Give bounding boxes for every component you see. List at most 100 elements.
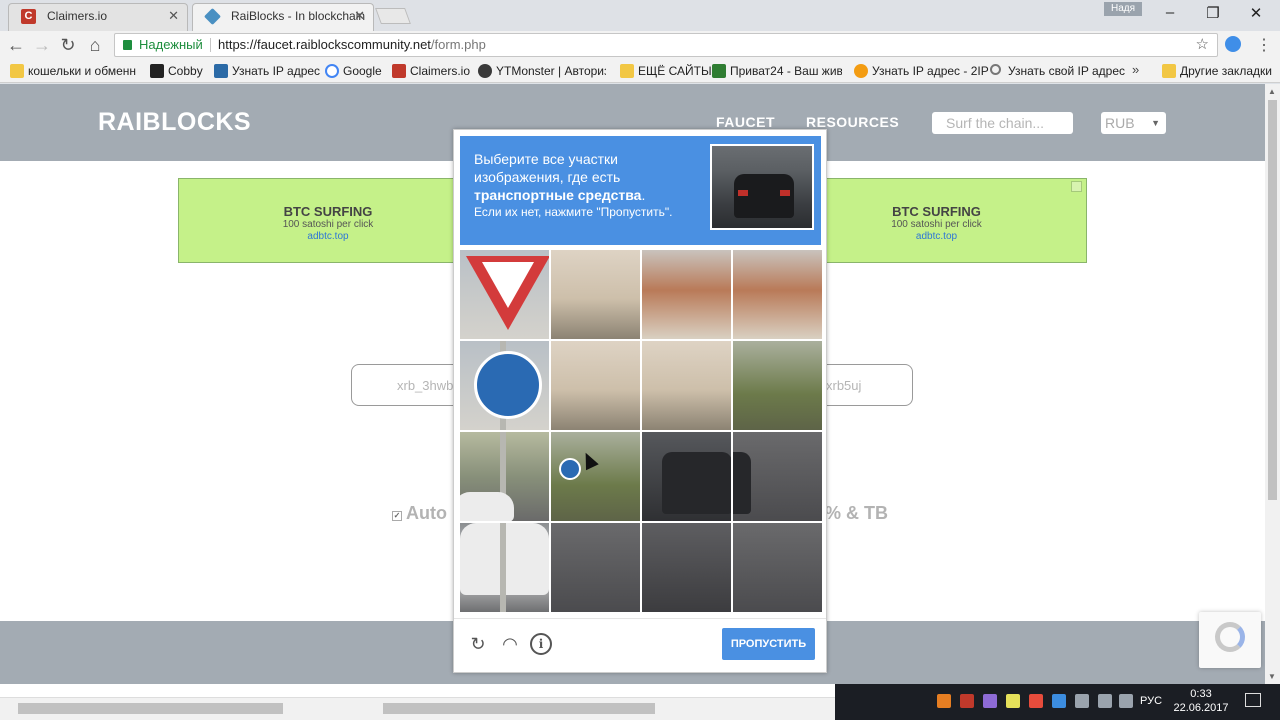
scrollbar-thumb[interactable] [1268,100,1277,500]
grid-tile[interactable] [551,523,640,612]
horizontal-scrollbar[interactable] [0,697,835,720]
profile-badge[interactable]: Надя [1104,2,1142,16]
reload-icon[interactable]: ↻ [57,34,79,56]
grid-tile[interactable] [642,432,731,521]
nav-resources[interactable]: RESOURCES [806,114,899,130]
tab-close-icon[interactable]: ✕ [168,4,179,28]
ad-link[interactable]: adbtc.top [179,231,477,242]
app-tray-icon[interactable] [983,694,997,708]
bookmark-item[interactable]: Cobby [150,63,203,79]
bookmark-label: Приват24 - Ваш жив [730,64,842,78]
site-logo[interactable]: RAIBLOCKS [98,108,251,137]
volume-icon[interactable] [1119,694,1133,708]
app-tray-icon[interactable] [1029,694,1043,708]
grid-tile[interactable] [551,432,640,521]
bookmark-item[interactable]: Приват24 - Ваш жив [712,63,842,79]
skip-button[interactable]: ПРОПУСТИТЬ [722,628,815,660]
extension-icon[interactable] [1225,36,1241,52]
lock-icon [123,40,132,50]
system-clock[interactable]: 0:33 22.06.2017 [1171,687,1231,715]
grid-tile[interactable] [642,250,731,339]
raiblocks-favicon-icon [204,8,221,25]
small-sign-icon [559,458,581,480]
grid-tile[interactable] [642,523,731,612]
reload-icon[interactable]: ↻ [467,633,489,655]
bookmark-label: ЕЩЁ САЙТЫ [638,64,712,78]
bookmark-star-icon[interactable]: ☆ [1196,34,1209,56]
info-icon[interactable]: i [530,633,552,655]
restore-icon[interactable]: ❐ [1198,4,1228,24]
bookmark-item[interactable]: Другие закладки [1162,63,1272,79]
grid-tile[interactable] [551,341,640,430]
ad-close-icon[interactable] [1071,181,1082,192]
notification-icon[interactable] [1245,693,1261,707]
app-tray-icon[interactable] [960,694,974,708]
bookmark-item[interactable]: Узнать IP адрес [214,63,320,79]
app-tray-icon[interactable] [937,694,951,708]
auto-option[interactable]: ✓ Auto [392,503,447,524]
url-text[interactable]: https://faucet.raiblockscommunity.net/fo… [218,34,486,56]
network-icon[interactable] [1075,694,1089,708]
bookmark-item[interactable]: ЕЩЁ САЙТЫ [620,63,712,79]
privat24-icon [712,64,726,78]
vertical-scrollbar[interactable]: ▲ ▼ [1265,84,1280,684]
browser-menu-icon[interactable]: ⋮ [1256,35,1272,55]
sign-pole [500,523,506,612]
scroll-down-icon[interactable]: ▼ [1268,672,1276,681]
grid-tile[interactable] [733,250,822,339]
grid-tile[interactable] [460,250,549,339]
tab-claimers[interactable]: C Claimers.io ✕ [8,3,188,31]
recaptcha-logo-icon [1215,622,1245,652]
address-bar[interactable]: Надежный https://faucet.raiblockscommuni… [114,33,1218,57]
bookmark-label: Claimers.io [410,64,471,78]
scrollbar-thumb[interactable] [18,703,283,714]
bookmarks-overflow-icon[interactable]: » [1132,62,1139,77]
tab-title: Claimers.io [47,9,108,23]
ad-banner[interactable]: BTC SURFING 100 satoshi per click adbtc.… [178,178,478,263]
new-tab-button[interactable] [375,8,411,24]
currency-value: RUB [1105,115,1135,131]
bookmark-item[interactable]: Claimers.io [392,63,470,79]
window-close-icon[interactable]: ✕ [1241,4,1271,24]
app-tray-icon[interactable] [1052,694,1066,708]
headphones-icon[interactable]: ◠ [499,633,521,655]
forward-arrow-icon[interactable]: → [31,34,53,56]
bookmark-label: Узнать IP адрес - 2IP [872,64,989,78]
nav-faucet[interactable]: FAUCET [716,114,775,130]
back-arrow-icon[interactable]: ← [5,34,27,56]
scrollbar-thumb[interactable] [383,703,655,714]
tab-raiblocks[interactable]: RaiBlocks - In blockchain ✕ [192,3,374,31]
bookmark-item[interactable]: Google [325,63,382,79]
grid-tile[interactable] [460,523,549,612]
ad-link[interactable]: adbtc.top [787,231,1086,242]
minimize-icon[interactable]: – [1155,4,1185,24]
home-icon[interactable]: ⌂ [84,34,106,56]
bookmark-label: Cobby [168,64,203,78]
grid-tile[interactable] [460,432,549,521]
tab-close-icon[interactable]: ✕ [354,4,365,28]
ad-subtitle: 100 satoshi per click [282,219,374,230]
language-indicator[interactable]: РУС [1140,695,1162,707]
checkbox-icon[interactable]: ✓ [392,511,402,521]
bookmark-item[interactable]: Узнать свой IP адрес [990,63,1125,79]
search-input[interactable] [932,112,1073,134]
grid-tile[interactable] [642,341,731,430]
currency-select[interactable]: RUB ▼ [1101,112,1166,134]
wifi-icon[interactable] [1098,694,1112,708]
grid-tile[interactable] [733,432,822,521]
app-tray-icon[interactable] [1006,694,1020,708]
grid-tile[interactable] [733,523,822,612]
ad-banner[interactable]: BTC SURFING 100 satoshi per click adbtc.… [786,178,1087,263]
recaptcha-badge[interactable] [1199,612,1261,668]
bookmark-label: кошельки и обменн [28,64,136,78]
grid-tile[interactable] [551,250,640,339]
grid-tile[interactable] [460,341,549,430]
grid-tile[interactable] [733,341,822,430]
bookmark-item[interactable]: кошельки и обменн [10,63,138,79]
bookmark-label: Узнать IP адрес [232,64,321,78]
bookmark-item[interactable]: Узнать IP адрес - 2IP [854,63,989,79]
bookmark-item[interactable]: YTMonster | Авториз [478,63,606,79]
car-image [733,452,751,514]
scroll-up-icon[interactable]: ▲ [1268,87,1276,96]
car-image [662,452,731,514]
